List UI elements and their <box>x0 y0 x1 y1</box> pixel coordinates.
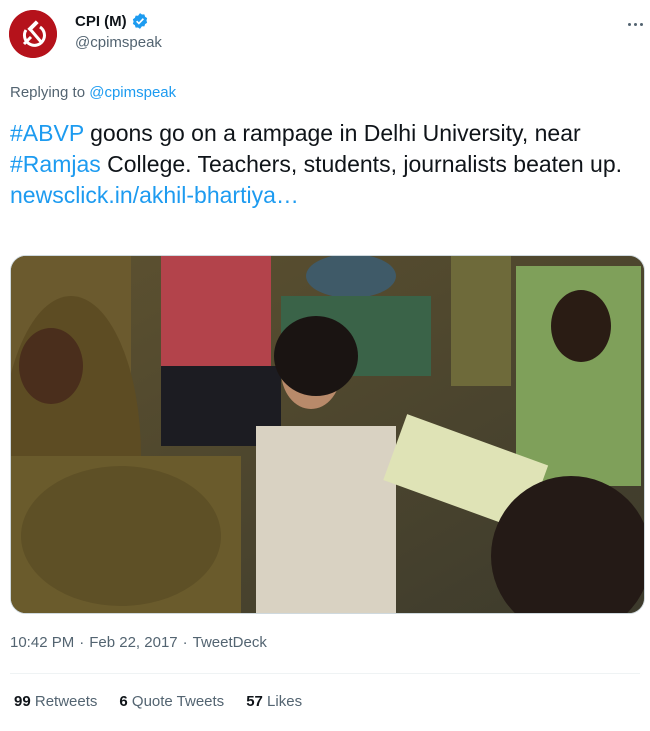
hammer-sickle-icon <box>9 10 57 58</box>
tweet-card: CPI (M) @cpimspeak Replying to @cpimspea… <box>0 0 650 731</box>
hashtag-abvp[interactable]: #ABVP <box>10 120 84 146</box>
article-link[interactable]: newsclick.in/akhil-bhartiya… <box>10 180 640 211</box>
tweet-time[interactable]: 10:42 PM <box>10 634 74 651</box>
retweets-label: Retweets <box>34 693 98 710</box>
replying-to-label: Replying to <box>10 84 86 101</box>
tweet-date[interactable]: Feb 22, 2017 <box>89 634 177 651</box>
name-row: CPI (M) <box>75 12 149 30</box>
meta-separator: · <box>79 634 85 651</box>
tweet-meta: 10:42 PM · Feb 22, 2017 · TweetDeck <box>10 634 267 651</box>
more-options-icon[interactable] <box>624 16 646 32</box>
tweet-stats: 99 Retweets 6 Quote Tweets 57 Likes <box>14 693 302 710</box>
likes-count: 57 <box>246 693 263 710</box>
likes-stat[interactable]: 57 Likes <box>246 693 302 710</box>
tweet-text-part-2: College. Teachers, students, journalists… <box>100 151 622 177</box>
hashtag-ramjas[interactable]: #Ramjas <box>10 151 101 177</box>
reply-mention-link[interactable]: @cpimspeak <box>89 84 176 101</box>
meta-separator: · <box>182 634 188 651</box>
tweet-source[interactable]: TweetDeck <box>193 634 267 651</box>
tweet-photo[interactable] <box>10 255 645 614</box>
verified-badge-icon <box>132 13 147 29</box>
quote-tweets-count: 6 <box>119 693 128 710</box>
tweet-text-part-1: goons go on a rampage in Delhi Universit… <box>83 120 581 146</box>
quote-tweets-stat[interactable]: 6 Quote Tweets <box>119 693 224 710</box>
retweets-stat[interactable]: 99 Retweets <box>14 693 97 710</box>
replying-to: Replying to @cpimspeak <box>10 84 176 101</box>
divider <box>10 673 640 674</box>
likes-label: Likes <box>267 693 303 710</box>
retweets-count: 99 <box>14 693 31 710</box>
display-name[interactable]: CPI (M) <box>75 13 127 30</box>
tweet-text: #ABVP goons go on a rampage in Delhi Uni… <box>10 118 640 211</box>
protest-photo-image <box>11 256 644 613</box>
handle[interactable]: @cpimspeak <box>75 34 162 51</box>
quote-tweets-label: Quote Tweets <box>131 693 225 710</box>
avatar[interactable] <box>9 10 57 58</box>
